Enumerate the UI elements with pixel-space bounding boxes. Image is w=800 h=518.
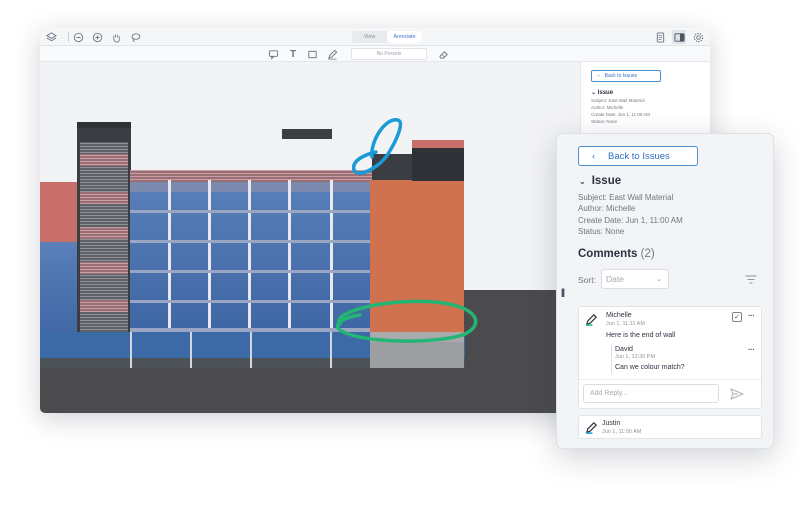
pen-icon [585, 422, 597, 434]
pen-icon [585, 314, 597, 326]
bg-author: Author: Michelle [591, 105, 624, 110]
reply-text: Can we colour match? [615, 364, 685, 371]
annotation-toolbar: T No Presets [40, 46, 710, 62]
lasso-icon[interactable] [128, 30, 142, 44]
comment-time: Jun 1, 11:00 AM [602, 429, 642, 435]
zoom-in-icon[interactable] [90, 30, 104, 44]
eraser-icon[interactable] [436, 47, 450, 61]
top-toolbar: View Annotate [40, 28, 710, 46]
comment-time: Jun 1, 11:11 AM [606, 321, 645, 327]
filter-icon[interactable] [745, 275, 757, 284]
panel-icon[interactable] [672, 30, 686, 44]
chevron-left-icon: ‹ [592, 151, 595, 161]
bg-issue-meta: Subject: East Wall Material Author: Mich… [591, 97, 700, 125]
chevron-down-icon[interactable]: ⌄ [579, 177, 586, 186]
model-viewport[interactable] [40, 62, 580, 413]
issue-meta: Subject: East Wall Material Author: Mich… [578, 192, 683, 237]
comment-thread[interactable]: Justin Jun 1, 11:00 AM [578, 415, 762, 439]
comments-label: Comments [578, 248, 638, 260]
bg-status: Status: None [591, 119, 618, 124]
reply-time: Jun 1, 12:30 PM [615, 354, 656, 360]
back-to-issues-button[interactable]: ‹ Back to Issues [578, 146, 698, 166]
comment-author: Justin [602, 420, 621, 427]
bg-create-date: Create Date: Jun 1, 11:00 AM [591, 112, 650, 117]
sort-value: Date [606, 274, 624, 284]
issue-panel: || ‹ Back to Issues ⌄ Issue Subject: Eas… [556, 133, 774, 449]
issue-status: Status: None [578, 226, 625, 236]
reply-row: Add Reply... [579, 379, 761, 409]
reply-divider [611, 344, 612, 374]
tab-annotate[interactable]: Annotate [387, 31, 422, 43]
comments-heading: Comments (2) [578, 248, 655, 260]
toolbar-divider [68, 32, 69, 42]
add-reply-input[interactable]: Add Reply... [583, 384, 719, 403]
building-model [40, 118, 580, 413]
bg-issue-title: ⌄ Issue [591, 90, 614, 96]
comment-text: Here is the end of wall [606, 332, 676, 339]
bg-back-label: Back to Issues [604, 73, 638, 79]
more-options-icon[interactable]: ··· [748, 311, 755, 320]
resolve-checkbox-icon[interactable]: ✓ [732, 312, 742, 322]
bg-back-button[interactable]: ‹ Back to Issues [591, 70, 661, 82]
document-icon[interactable] [653, 30, 667, 44]
sort-label: Sort: [578, 275, 596, 285]
issue-author: Author: Michelle [578, 204, 636, 214]
back-to-issues-label: Back to Issues [608, 150, 670, 162]
pan-hand-icon[interactable] [109, 30, 123, 44]
layers-icon[interactable] [44, 30, 58, 44]
reply-author: David [615, 346, 633, 353]
pen-icon[interactable] [325, 47, 339, 61]
sort-select[interactable]: Date ⌄ [601, 269, 669, 289]
issue-header: ⌄ Issue [579, 175, 621, 187]
preset-select[interactable]: No Presets [351, 48, 427, 60]
comments-count: (2) [640, 248, 655, 260]
chevron-left-icon: ‹ [598, 73, 600, 79]
mode-switch: View Annotate [352, 31, 422, 43]
comment-author: Michelle [606, 312, 632, 319]
rectangle-icon[interactable] [305, 47, 319, 61]
issue-subject: Subject: East Wall Material [578, 193, 674, 202]
bg-subject: Subject: East Wall Material [591, 98, 645, 103]
text-tool-icon[interactable]: T [286, 47, 300, 61]
comment-thread: Michelle Jun 1, 11:11 AM ✓ ··· Here is t… [578, 306, 762, 409]
comment-icon[interactable] [266, 47, 280, 61]
tab-view[interactable]: View [352, 31, 387, 43]
issue-create-date: Create Date: Jun 1, 11:00 AM [578, 215, 683, 225]
resize-handle[interactable]: || [561, 287, 565, 297]
reply-more-options-icon[interactable]: ··· [748, 345, 755, 354]
settings-icon[interactable] [691, 30, 705, 44]
issue-title: Issue [591, 175, 622, 187]
zoom-out-icon[interactable] [71, 30, 85, 44]
chevron-down-icon: ⌄ [656, 276, 662, 283]
send-icon[interactable] [730, 388, 744, 400]
